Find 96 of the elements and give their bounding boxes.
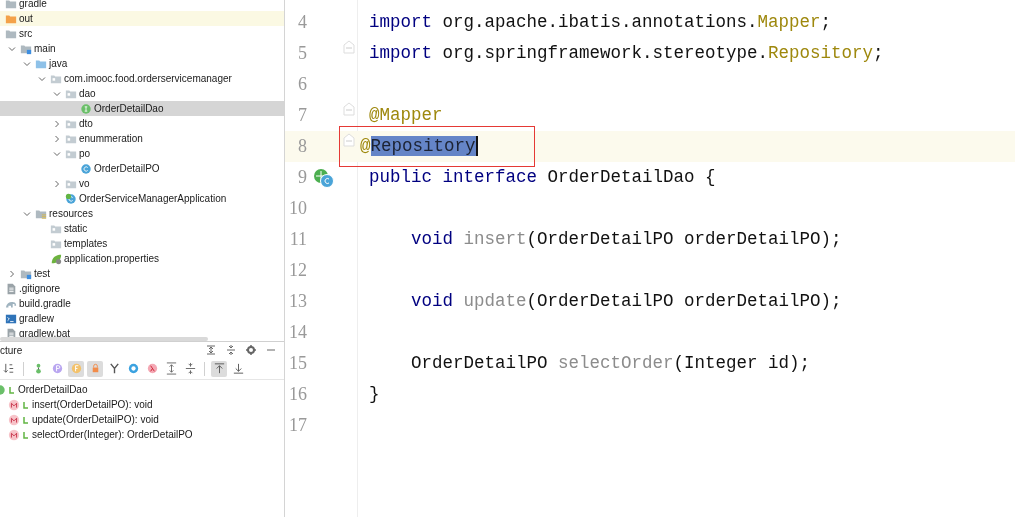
tree-item-label[interactable]: OrderServiceManagerApplication: [79, 191, 227, 206]
chevron-down-icon[interactable]: [53, 149, 61, 158]
code-text: (OrderDetailPO orderDetailPO);: [526, 291, 842, 312]
keyword: import: [369, 43, 432, 64]
fold-marker-icon[interactable]: [343, 102, 355, 116]
line-number: 16: [288, 383, 307, 406]
line-number: 17: [288, 414, 307, 437]
interface-icon: [80, 102, 92, 115]
panel-title: cture: [0, 343, 23, 358]
line-number: 10: [288, 197, 307, 220]
tree-item-label[interactable]: application.properties: [64, 251, 160, 266]
code-text: org.springframework.stereotype.: [441, 43, 769, 64]
tree-item-label[interactable]: .gitignore: [19, 281, 61, 296]
tree-item-label[interactable]: po: [79, 146, 91, 161]
annotation: @Mapper: [369, 105, 443, 126]
tree-row-highlight[interactable]: OrderDetailDao: [0, 101, 284, 116]
chevron-down-icon[interactable]: [53, 89, 61, 98]
tree-item-label[interactable]: dto: [79, 116, 93, 131]
method-icon: [8, 428, 20, 441]
selected-text: Repository: [370, 136, 478, 157]
fold-marker-icon[interactable]: [343, 40, 355, 54]
tree-item-label[interactable]: gradlew.bat: [19, 326, 71, 341]
collapse-all-icon[interactable]: [226, 345, 236, 355]
expand-all-icon[interactable]: [206, 345, 216, 355]
keyword: void: [410, 229, 454, 250]
chevron-right-icon[interactable]: [8, 269, 16, 278]
line-number: 4: [297, 11, 307, 34]
keyword: void: [410, 291, 454, 312]
code-text: ;: [873, 43, 884, 64]
line-number: 14: [288, 321, 307, 344]
tree-item-label[interactable]: OrderDetailDao: [94, 101, 164, 116]
keyword: public interface: [369, 167, 538, 188]
class-icon: [65, 192, 77, 205]
line-number: 8: [297, 135, 307, 158]
tree-item-label[interactable]: test: [34, 266, 51, 281]
code-text: OrderDetailDao {: [546, 167, 716, 188]
tree-item-label[interactable]: templates: [64, 236, 108, 251]
file-icon: [5, 282, 17, 295]
method-icon: [8, 413, 20, 426]
arrow-up-icon[interactable]: [211, 360, 227, 377]
tree-row-highlight[interactable]: out: [0, 11, 284, 26]
tree-item-label[interactable]: resources: [49, 206, 93, 221]
line-number: 9: [297, 166, 307, 189]
tree-item-label[interactable]: vo: [79, 176, 90, 191]
code-text: }: [369, 384, 380, 405]
line-number: 12: [288, 259, 307, 282]
tree-item-label[interactable]: com.imooc.food.orderservicemanager: [64, 71, 232, 86]
method-name: update: [463, 291, 527, 312]
annotation: Mapper: [757, 12, 821, 33]
tree-item-label[interactable]: gradle: [19, 0, 47, 11]
chevron-down-icon[interactable]: [38, 74, 46, 83]
structure-item-label[interactable]: update(OrderDetailPO): void: [32, 412, 159, 427]
leaf-icon: [50, 252, 62, 265]
line-number: 5: [297, 42, 307, 65]
scrollbar[interactable]: [0, 337, 208, 341]
chevron-right-icon[interactable]: [53, 179, 61, 188]
tree-item-label[interactable]: static: [64, 221, 88, 236]
chevron-right-icon[interactable]: [53, 134, 61, 143]
tree-item-label[interactable]: out: [19, 11, 33, 26]
line-number: 11: [288, 228, 307, 251]
chevron-down-icon[interactable]: [23, 209, 31, 218]
chevron-down-icon[interactable]: [8, 44, 16, 53]
chevron-right-icon[interactable]: [53, 119, 61, 128]
code-text: org.apache.ibatis.annotations.: [441, 12, 758, 33]
class-icon: [80, 162, 92, 175]
line-number: 15: [288, 352, 307, 375]
fold-marker-icon[interactable]: [343, 133, 355, 147]
line-number: 7: [297, 104, 307, 127]
tree-item-label[interactable]: dao: [79, 86, 96, 101]
chevron-down-icon[interactable]: [23, 59, 31, 68]
tree-item-label[interactable]: build.gradle: [19, 296, 71, 311]
method-name: selectOrder: [558, 353, 674, 374]
tree-item-label[interactable]: gradlew: [19, 311, 55, 326]
field-icon[interactable]: [68, 360, 84, 377]
tree-item-label[interactable]: OrderDetailPO: [94, 161, 160, 176]
structure-item-label[interactable]: selectOrder(Integer): OrderDetailPO: [32, 427, 193, 442]
code-text: (OrderDetailPO orderDetailPO);: [526, 229, 842, 250]
tree-item-label[interactable]: src: [19, 26, 33, 41]
implemented-icon[interactable]: [313, 167, 335, 188]
terminal-icon: [5, 312, 17, 325]
tree-item-label[interactable]: java: [49, 56, 68, 71]
method-name: insert: [463, 229, 527, 250]
structure-item-label[interactable]: insert(OrderDetailPO): void: [32, 397, 153, 412]
keyword: import: [369, 12, 432, 33]
code-text: (Integer id);: [673, 353, 811, 374]
structure-item-label[interactable]: OrderDetailDao: [18, 382, 88, 397]
tree-item-label[interactable]: main: [34, 41, 56, 56]
method-icon: [8, 398, 20, 411]
code-text: ;: [820, 12, 832, 33]
annotation: Repository: [768, 43, 874, 64]
line-number: 6: [297, 73, 307, 96]
tree-item-label[interactable]: enummeration: [79, 131, 143, 146]
line-number: 13: [288, 290, 307, 313]
settings-icon[interactable]: [246, 345, 256, 355]
code-text: OrderDetailPO: [410, 353, 549, 374]
annotation: @: [360, 136, 371, 157]
